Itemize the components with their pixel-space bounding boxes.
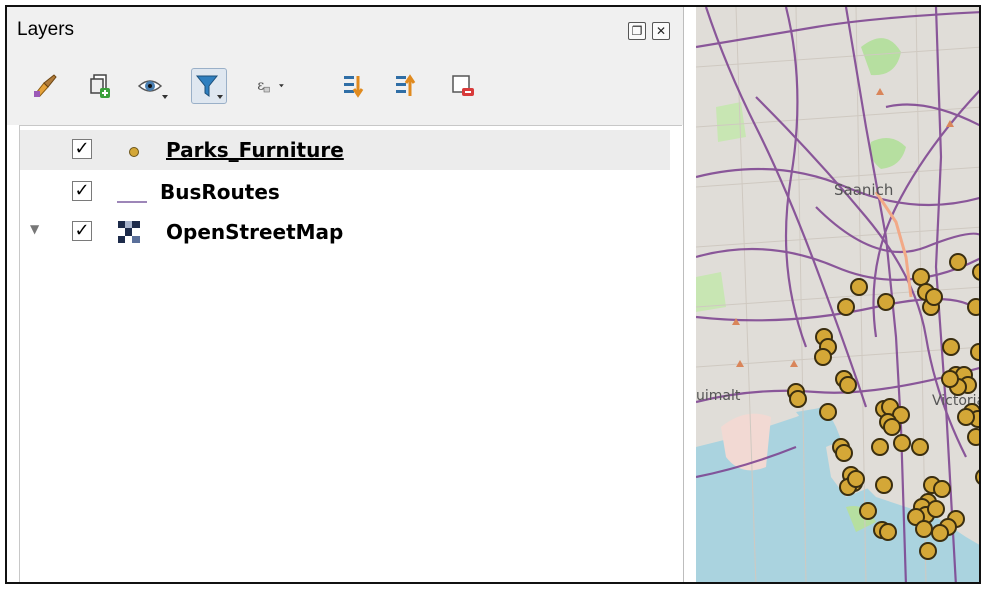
filter-by-expression-icon[interactable]: ε [255,68,291,104]
park-furniture-point [789,390,807,408]
map-label-esquimalt: uimalt [696,388,741,404]
park-furniture-point [893,434,911,452]
park-furniture-point [837,298,855,316]
layer-row-parks-furniture[interactable]: ✓ Parks_Furniture [20,130,670,170]
collapse-all-icon[interactable] [389,68,425,104]
map-svg: Saanich uimalt Victoria [696,7,979,582]
manage-visibility-icon[interactable] [135,68,171,104]
raster-symbol-icon [118,221,140,248]
park-furniture-point [919,542,937,560]
layer-row-openstreetmap[interactable]: ▼ ✓ OpenStreetMap [20,212,670,252]
expand-arrow-icon[interactable]: ▼ [30,222,39,236]
filter-legend-icon[interactable] [191,68,227,104]
app-window: Layers ❐ ✕ ε ✓ Parks_Furniture ✓ BusRout… [5,5,981,584]
svg-text:ε: ε [257,79,264,94]
park-furniture-point [814,348,832,366]
park-furniture-point [835,444,853,462]
park-furniture-point [911,438,929,456]
park-furniture-point [925,288,943,306]
park-furniture-point [967,428,979,446]
park-furniture-point [949,253,967,271]
park-furniture-point [942,338,960,356]
point-symbol-icon [128,145,140,163]
panel-title: Layers [17,19,75,40]
park-furniture-point [879,523,897,541]
park-furniture-point [859,502,877,520]
park-furniture-point [871,438,889,456]
park-furniture-point [967,298,979,316]
park-furniture-point [941,370,959,388]
expand-all-icon[interactable] [337,68,373,104]
layer-visibility-checkbox[interactable]: ✓ [72,139,92,159]
park-furniture-point [931,524,949,542]
style-manager-icon[interactable] [27,68,63,104]
line-symbol-icon [117,191,147,209]
park-furniture-point [819,403,837,421]
layers-toolbar: ε [7,51,683,125]
park-furniture-point [850,278,868,296]
layer-row-busroutes[interactable]: ✓ BusRoutes [20,172,670,212]
park-furniture-point [883,418,901,436]
park-furniture-point [933,480,951,498]
park-furniture-point [972,263,979,281]
park-furniture-point [970,343,979,361]
layer-label: BusRoutes [160,180,280,204]
layer-label: OpenStreetMap [166,220,344,244]
park-furniture-point [915,520,933,538]
park-furniture-point [912,268,930,286]
park-furniture-point [875,476,893,494]
park-furniture-point [957,408,975,426]
float-restore-icon[interactable]: ❐ [628,22,646,40]
layer-label: Parks_Furniture [166,138,344,162]
map-canvas[interactable]: Saanich uimalt Victoria [696,7,979,582]
remove-layer-icon[interactable] [445,68,481,104]
park-furniture-point [877,293,895,311]
add-group-icon[interactable] [83,68,119,104]
park-furniture-point [927,500,945,518]
panel-titlebar: Layers ❐ ✕ [7,7,683,51]
park-furniture-point [839,376,857,394]
layers-panel: Layers ❐ ✕ ε ✓ Parks_Furniture ✓ BusRout… [7,7,684,582]
layer-visibility-checkbox[interactable]: ✓ [72,181,92,201]
layer-tree: ✓ Parks_Furniture ✓ BusRoutes ▼ ✓ OpenSt… [19,125,682,582]
park-furniture-point [847,470,865,488]
close-icon[interactable]: ✕ [652,22,670,40]
layer-visibility-checkbox[interactable]: ✓ [72,221,92,241]
map-label-saanich: Saanich [834,181,893,199]
